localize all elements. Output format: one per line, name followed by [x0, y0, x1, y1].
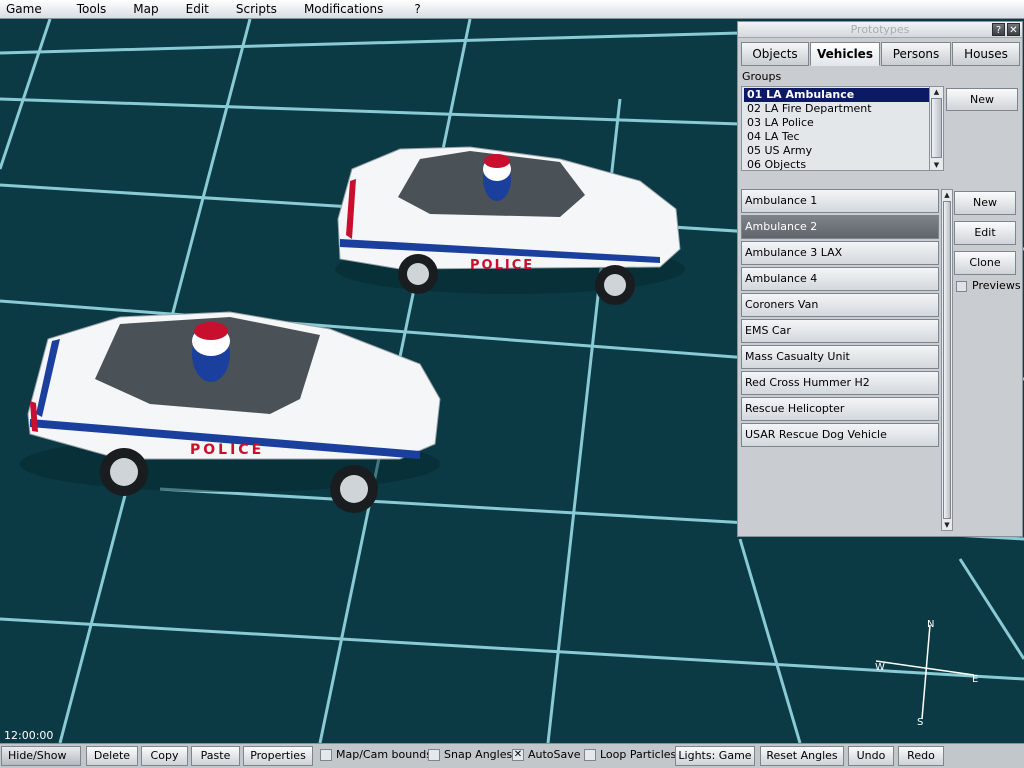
compass-s: S	[917, 717, 924, 728]
car-decal-front: POLICE	[190, 442, 264, 458]
groups-list[interactable]: 01 LA Ambulance 02 LA Fire Department 03…	[741, 86, 944, 171]
compass-n: N	[927, 619, 935, 630]
paste-button[interactable]: Paste	[191, 746, 240, 766]
vehicle-list[interactable]: Ambulance 1 Ambulance 2 Ambulance 3 LAX …	[741, 189, 955, 533]
scroll-up-icon[interactable]: ▲	[930, 87, 943, 97]
menu-game[interactable]: Game	[0, 0, 51, 19]
vehicle-list-scrollbar[interactable]: ▲ ▼	[941, 189, 953, 531]
compass-w: W	[875, 662, 885, 673]
hide-show-button[interactable]: Hide/Show	[1, 746, 81, 766]
menu-map[interactable]: Map	[127, 0, 167, 19]
scroll-down-icon[interactable]: ▼	[942, 520, 952, 530]
game-clock: 12:00:00	[4, 729, 54, 742]
copy-button[interactable]: Copy	[141, 746, 188, 766]
tab-objects[interactable]: Objects	[741, 42, 809, 66]
undo-button[interactable]: Undo	[848, 746, 894, 766]
edit-prototype-button[interactable]: Edit	[954, 221, 1016, 245]
clone-prototype-button[interactable]: Clone	[954, 251, 1016, 275]
map-cam-bounds-label: Map/Cam bounds	[336, 748, 432, 761]
map-cam-bounds-checkbox[interactable]	[320, 749, 332, 761]
menu-modifications[interactable]: Modifications	[298, 0, 392, 19]
snap-angles-checkbox[interactable]	[428, 749, 440, 761]
previews-checkbox[interactable]	[956, 281, 967, 292]
groups-label: Groups	[742, 70, 782, 83]
reset-angles-button[interactable]: Reset Angles	[760, 746, 844, 766]
list-item[interactable]: Red Cross Hummer H2	[741, 371, 939, 395]
group-item[interactable]: 05 US Army	[742, 144, 943, 158]
loop-particles-label: Loop Particles	[600, 748, 677, 761]
bottom-toolbar: Hide/Show Delete Copy Paste Properties M…	[0, 743, 1024, 768]
autosave-checkbox[interactable]: ✕	[512, 749, 524, 761]
delete-button[interactable]: Delete	[86, 746, 138, 766]
list-item[interactable]: Ambulance 1	[741, 189, 939, 213]
list-item[interactable]: USAR Rescue Dog Vehicle	[741, 423, 939, 447]
tab-houses[interactable]: Houses	[952, 42, 1020, 66]
tab-persons[interactable]: Persons	[881, 42, 951, 66]
tab-vehicles[interactable]: Vehicles	[810, 42, 880, 66]
car-decal-back: POLICE	[470, 258, 534, 273]
menu-bar: Game Tools Map Edit Scripts Modification…	[0, 0, 1024, 19]
scroll-down-icon[interactable]: ▼	[930, 160, 943, 170]
menu-edit[interactable]: Edit	[180, 0, 218, 19]
group-item[interactable]: 04 LA Tec	[742, 130, 943, 144]
list-item[interactable]: Ambulance 3 LAX	[741, 241, 939, 265]
menu-help[interactable]: ?	[408, 0, 429, 19]
lights-button[interactable]: Lights: Game	[675, 746, 755, 766]
autosave-label: AutoSave	[528, 748, 581, 761]
previews-label: Previews	[972, 279, 1021, 292]
list-item[interactable]: Ambulance 4	[741, 267, 939, 291]
loop-particles-checkbox[interactable]	[584, 749, 596, 761]
new-prototype-button[interactable]: New	[954, 191, 1016, 215]
prototypes-panel: Prototypes ? ✕ Objects Vehicles Persons …	[737, 21, 1023, 537]
new-group-button[interactable]: New	[946, 88, 1018, 111]
scroll-thumb[interactable]	[943, 201, 951, 519]
prototypes-title: Prototypes	[850, 23, 910, 36]
close-icon[interactable]: ✕	[1007, 23, 1020, 36]
snap-angles-label: Snap Angles	[444, 748, 513, 761]
redo-button[interactable]: Redo	[898, 746, 944, 766]
list-item[interactable]: Mass Casualty Unit	[741, 345, 939, 369]
list-item[interactable]: Coroners Van	[741, 293, 939, 317]
list-item[interactable]: EMS Car	[741, 319, 939, 343]
group-item[interactable]: 02 LA Fire Department	[742, 102, 943, 116]
group-item[interactable]: 06 Objects	[742, 158, 943, 170]
scroll-up-icon[interactable]: ▲	[942, 190, 952, 200]
scroll-thumb[interactable]	[931, 98, 942, 158]
group-item[interactable]: 01 LA Ambulance	[744, 88, 929, 102]
groups-scrollbar[interactable]: ▲ ▼	[929, 87, 943, 170]
help-icon[interactable]: ?	[992, 23, 1005, 36]
list-item[interactable]: Rescue Helicopter	[741, 397, 939, 421]
menu-scripts[interactable]: Scripts	[230, 0, 286, 19]
compass-e: E	[972, 674, 979, 685]
prototypes-titlebar[interactable]: Prototypes ? ✕	[738, 22, 1022, 38]
group-item[interactable]: 03 LA Police	[742, 116, 943, 130]
list-item[interactable]: Ambulance 2	[741, 215, 939, 239]
properties-button[interactable]: Properties	[243, 746, 313, 766]
menu-tools[interactable]: Tools	[71, 0, 116, 19]
